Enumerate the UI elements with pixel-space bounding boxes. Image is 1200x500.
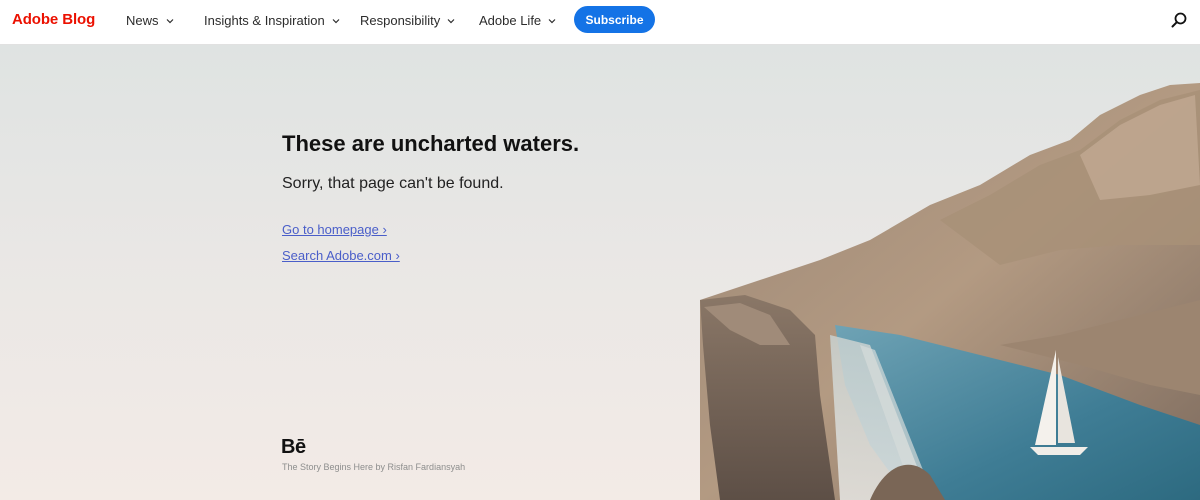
nav-item-responsibility[interactable]: Responsibility: [360, 13, 456, 28]
nav-item-news[interactable]: News: [126, 13, 175, 28]
chevron-down-icon: [548, 18, 556, 23]
chevron-down-icon: [332, 18, 340, 23]
subscribe-button[interactable]: Subscribe: [574, 6, 655, 33]
page-headline: These are uncharted waters.: [282, 131, 580, 156]
hero-section: These are uncharted waters. Sorry, that …: [0, 45, 1200, 500]
go-to-homepage-link[interactable]: Go to homepage ›: [282, 222, 387, 237]
search-icon: [1171, 12, 1187, 28]
behance-logo[interactable]: Bē: [281, 436, 306, 459]
nav-item-label: Insights & Inspiration: [204, 13, 325, 28]
cliff-sailboat-illustration: [700, 83, 1200, 500]
nav-item-adobe-life[interactable]: Adobe Life: [479, 13, 557, 28]
chevron-down-icon: [166, 18, 173, 23]
error-message: Sorry, that page can't be found.: [282, 175, 504, 192]
nav-item-label: News: [126, 13, 159, 28]
top-navigation: Adobe Blog News Insights & Inspiration R…: [0, 0, 1200, 45]
search-button[interactable]: [1168, 9, 1190, 31]
nav-item-label: Responsibility: [360, 13, 441, 28]
nav-item-insights-inspiration[interactable]: Insights & Inspiration: [204, 13, 341, 28]
nav-item-label: Adobe Life: [479, 13, 542, 28]
search-adobe-link[interactable]: Search Adobe.com ›: [282, 248, 400, 263]
adobe-blog-logo[interactable]: Adobe Blog: [12, 11, 95, 28]
chevron-down-icon: [447, 18, 455, 23]
image-credit: The Story Begins Here by Risfan Fardians…: [282, 462, 466, 472]
